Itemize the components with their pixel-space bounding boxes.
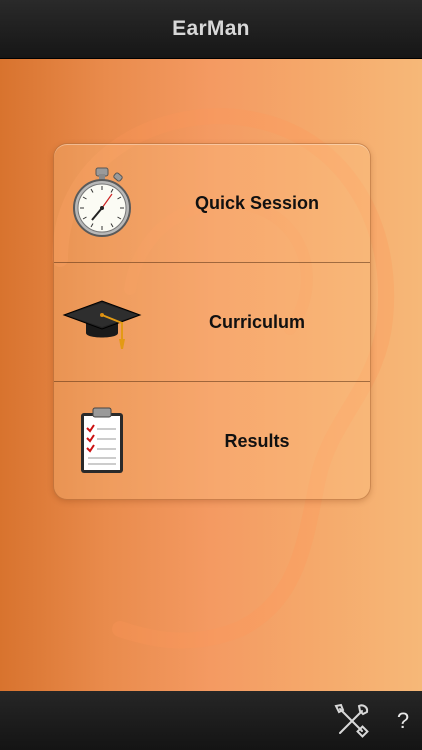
tools-icon	[334, 703, 369, 738]
navigation-bar: EarMan	[0, 0, 422, 59]
menu-item-label: Curriculum	[208, 311, 305, 332]
main-content: Quick Session Curriculum Results	[0, 59, 422, 691]
menu-item-label: Quick Session	[194, 192, 320, 213]
bottom-toolbar: ?	[0, 691, 422, 750]
help-button[interactable]: ?	[390, 705, 416, 737]
menu-item-results[interactable]: Results	[54, 381, 370, 499]
app-title: EarMan	[172, 17, 250, 40]
stopwatch-icon	[73, 167, 131, 237]
settings-button[interactable]	[332, 701, 372, 741]
clipboard-checklist-icon	[81, 407, 123, 473]
main-menu: Quick Session Curriculum Results	[53, 143, 371, 500]
menu-item-quick-session[interactable]: Quick Session	[54, 144, 370, 262]
graduation-cap-icon	[62, 300, 142, 349]
menu-item-curriculum[interactable]: Curriculum	[54, 262, 370, 381]
menu-item-label: Results	[224, 430, 290, 451]
